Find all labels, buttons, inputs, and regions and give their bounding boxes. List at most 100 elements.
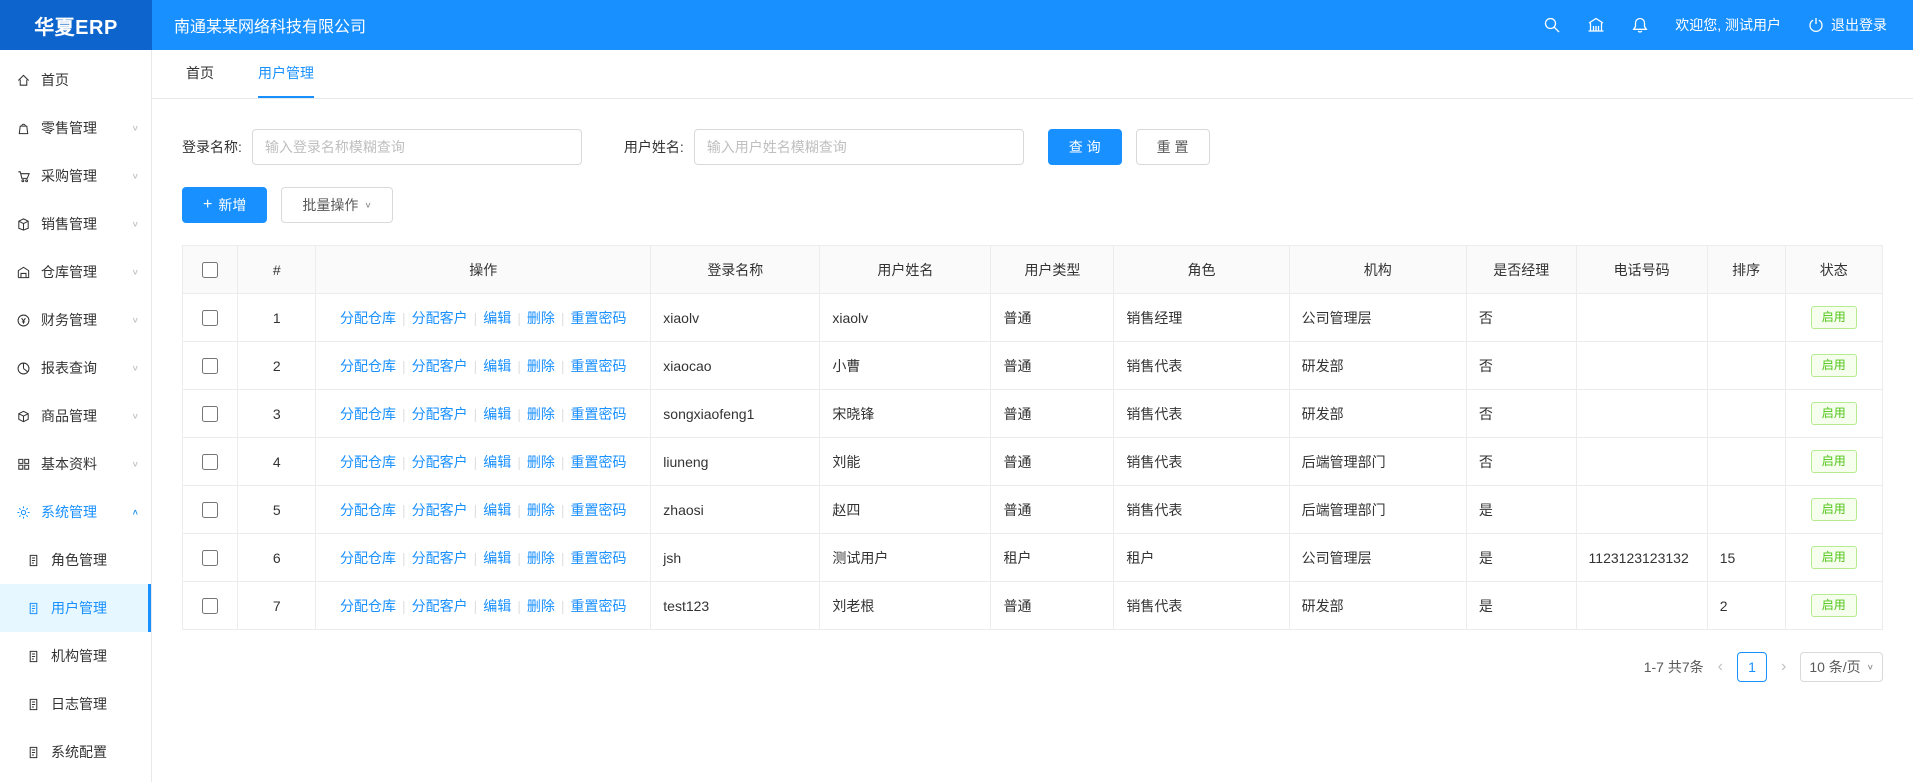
delete-link[interactable]: 删除: [527, 358, 555, 374]
sidebar-subitem-org-management[interactable]: 机构管理: [0, 632, 151, 680]
assign-warehouse-link[interactable]: 分配仓库: [340, 358, 396, 374]
sidebar-item-finance[interactable]: 财务管理∨: [0, 296, 151, 344]
delete-link[interactable]: 删除: [527, 454, 555, 470]
sidebar-item-home[interactable]: 首页: [0, 56, 151, 104]
sidebar-subitem-role-management[interactable]: 角色管理: [0, 536, 151, 584]
edit-link[interactable]: 编辑: [483, 406, 511, 422]
row-user-name: 赵四: [820, 486, 991, 534]
batch-operations-button[interactable]: 批量操作 ∨: [281, 187, 392, 223]
sidebar-item-sales[interactable]: 销售管理∨: [0, 200, 151, 248]
reset-button[interactable]: 重 置: [1136, 129, 1210, 165]
assign-customer-link[interactable]: 分配客户: [412, 502, 468, 518]
assign-warehouse-link[interactable]: 分配仓库: [340, 502, 396, 518]
user-name-input[interactable]: [694, 129, 1024, 165]
operation-separator: |: [561, 358, 565, 374]
bell-icon[interactable]: [1631, 16, 1649, 34]
assign-customer-link[interactable]: 分配客户: [412, 598, 468, 614]
logout-button[interactable]: 退出登录: [1807, 15, 1887, 35]
row-checkbox[interactable]: [202, 550, 218, 566]
sidebar-item-label: 仓库管理: [41, 262, 97, 282]
reset-password-link[interactable]: 重置密码: [571, 550, 627, 566]
sidebar-subitem-user-management[interactable]: 用户管理: [0, 584, 151, 632]
reset-password-link[interactable]: 重置密码: [571, 406, 627, 422]
row-checkbox[interactable]: [202, 502, 218, 518]
assign-customer-link[interactable]: 分配客户: [412, 454, 468, 470]
bank-icon[interactable]: [1587, 16, 1605, 34]
pagination-total: 1-7 共7条: [1644, 657, 1704, 677]
delete-link[interactable]: 删除: [527, 598, 555, 614]
select-all-checkbox[interactable]: [202, 262, 218, 278]
row-checkbox[interactable]: [202, 358, 218, 374]
next-page-button[interactable]: ›: [1779, 658, 1788, 676]
sidebar-subitem-system-config[interactable]: 系统配置: [0, 728, 151, 776]
operation-separator: |: [402, 550, 406, 566]
assign-warehouse-link[interactable]: 分配仓库: [340, 310, 396, 326]
assign-warehouse-link[interactable]: 分配仓库: [340, 598, 396, 614]
row-operations: 分配仓库|分配客户|编辑|删除|重置密码: [316, 486, 651, 534]
add-button[interactable]: + 新增: [182, 187, 267, 223]
row-checkbox[interactable]: [202, 310, 218, 326]
assign-customer-link[interactable]: 分配客户: [412, 550, 468, 566]
row-login-name: songxiaofeng1: [651, 390, 820, 438]
edit-link[interactable]: 编辑: [483, 598, 511, 614]
assign-customer-link[interactable]: 分配客户: [412, 358, 468, 374]
search-icon[interactable]: [1543, 16, 1561, 34]
sidebar-item-goods[interactable]: 商品管理∨: [0, 392, 151, 440]
operation-separator: |: [561, 406, 565, 422]
edit-link[interactable]: 编辑: [483, 550, 511, 566]
table-header-row: #操作登录名称用户姓名用户类型角色机构是否经理电话号码排序状态: [183, 246, 1883, 294]
delete-link[interactable]: 删除: [527, 310, 555, 326]
edit-link[interactable]: 编辑: [483, 502, 511, 518]
assign-warehouse-link[interactable]: 分配仓库: [340, 454, 396, 470]
row-is-manager: 否: [1466, 294, 1576, 342]
sidebar-item-purchase[interactable]: 采购管理∨: [0, 152, 151, 200]
chevron-down-icon: ∨: [132, 364, 139, 373]
tab-user-management[interactable]: 用户管理: [258, 50, 314, 98]
operation-separator: |: [517, 406, 521, 422]
page-number-button[interactable]: 1: [1737, 652, 1767, 682]
chevron-down-icon: ∨: [364, 201, 371, 210]
doc-icon: [26, 697, 41, 712]
row-user-type: 普通: [991, 582, 1114, 630]
sidebar-item-system[interactable]: 系统管理∧: [0, 488, 151, 536]
assign-customer-link[interactable]: 分配客户: [412, 406, 468, 422]
row-login-name: xiaocao: [651, 342, 820, 390]
reset-password-link[interactable]: 重置密码: [571, 502, 627, 518]
login-name-input[interactable]: [252, 129, 582, 165]
reset-password-link[interactable]: 重置密码: [571, 598, 627, 614]
app-logo[interactable]: 华夏ERP: [0, 0, 152, 50]
search-button[interactable]: 查 询: [1048, 129, 1122, 165]
sidebar-subitem-log-management[interactable]: 日志管理: [0, 680, 151, 728]
assign-customer-link[interactable]: 分配客户: [412, 310, 468, 326]
page-size-select[interactable]: 10 条/页 ∨: [1800, 652, 1883, 682]
row-user-name: 刘老根: [820, 582, 991, 630]
sidebar-item-base-data[interactable]: 基本资料∨: [0, 440, 151, 488]
row-phone: [1576, 390, 1707, 438]
row-checkbox[interactable]: [202, 454, 218, 470]
sidebar-item-label: 首页: [41, 70, 69, 90]
sidebar-item-retail[interactable]: 零售管理∨: [0, 104, 151, 152]
tab-home[interactable]: 首页: [186, 50, 214, 98]
column-header: 操作: [316, 246, 651, 294]
edit-link[interactable]: 编辑: [483, 310, 511, 326]
delete-link[interactable]: 删除: [527, 406, 555, 422]
sidebar-item-warehouse[interactable]: 仓库管理∨: [0, 248, 151, 296]
reset-password-link[interactable]: 重置密码: [571, 310, 627, 326]
edit-link[interactable]: 编辑: [483, 358, 511, 374]
sidebar-item-report[interactable]: 报表查询∨: [0, 344, 151, 392]
delete-link[interactable]: 删除: [527, 550, 555, 566]
edit-link[interactable]: 编辑: [483, 454, 511, 470]
welcome-user[interactable]: 欢迎您, 测试用户: [1675, 15, 1781, 35]
reset-password-link[interactable]: 重置密码: [571, 454, 627, 470]
row-checkbox[interactable]: [202, 598, 218, 614]
delete-link[interactable]: 删除: [527, 502, 555, 518]
row-login-name: xiaolv: [651, 294, 820, 342]
row-checkbox[interactable]: [202, 406, 218, 422]
prev-page-button[interactable]: ‹: [1716, 658, 1725, 676]
table-row: 7分配仓库|分配客户|编辑|删除|重置密码test123刘老根普通销售代表研发部…: [183, 582, 1883, 630]
assign-warehouse-link[interactable]: 分配仓库: [340, 550, 396, 566]
row-user-name: 刘能: [820, 438, 991, 486]
assign-warehouse-link[interactable]: 分配仓库: [340, 406, 396, 422]
sidebar-item-label: 系统管理: [41, 502, 97, 522]
reset-password-link[interactable]: 重置密码: [571, 358, 627, 374]
